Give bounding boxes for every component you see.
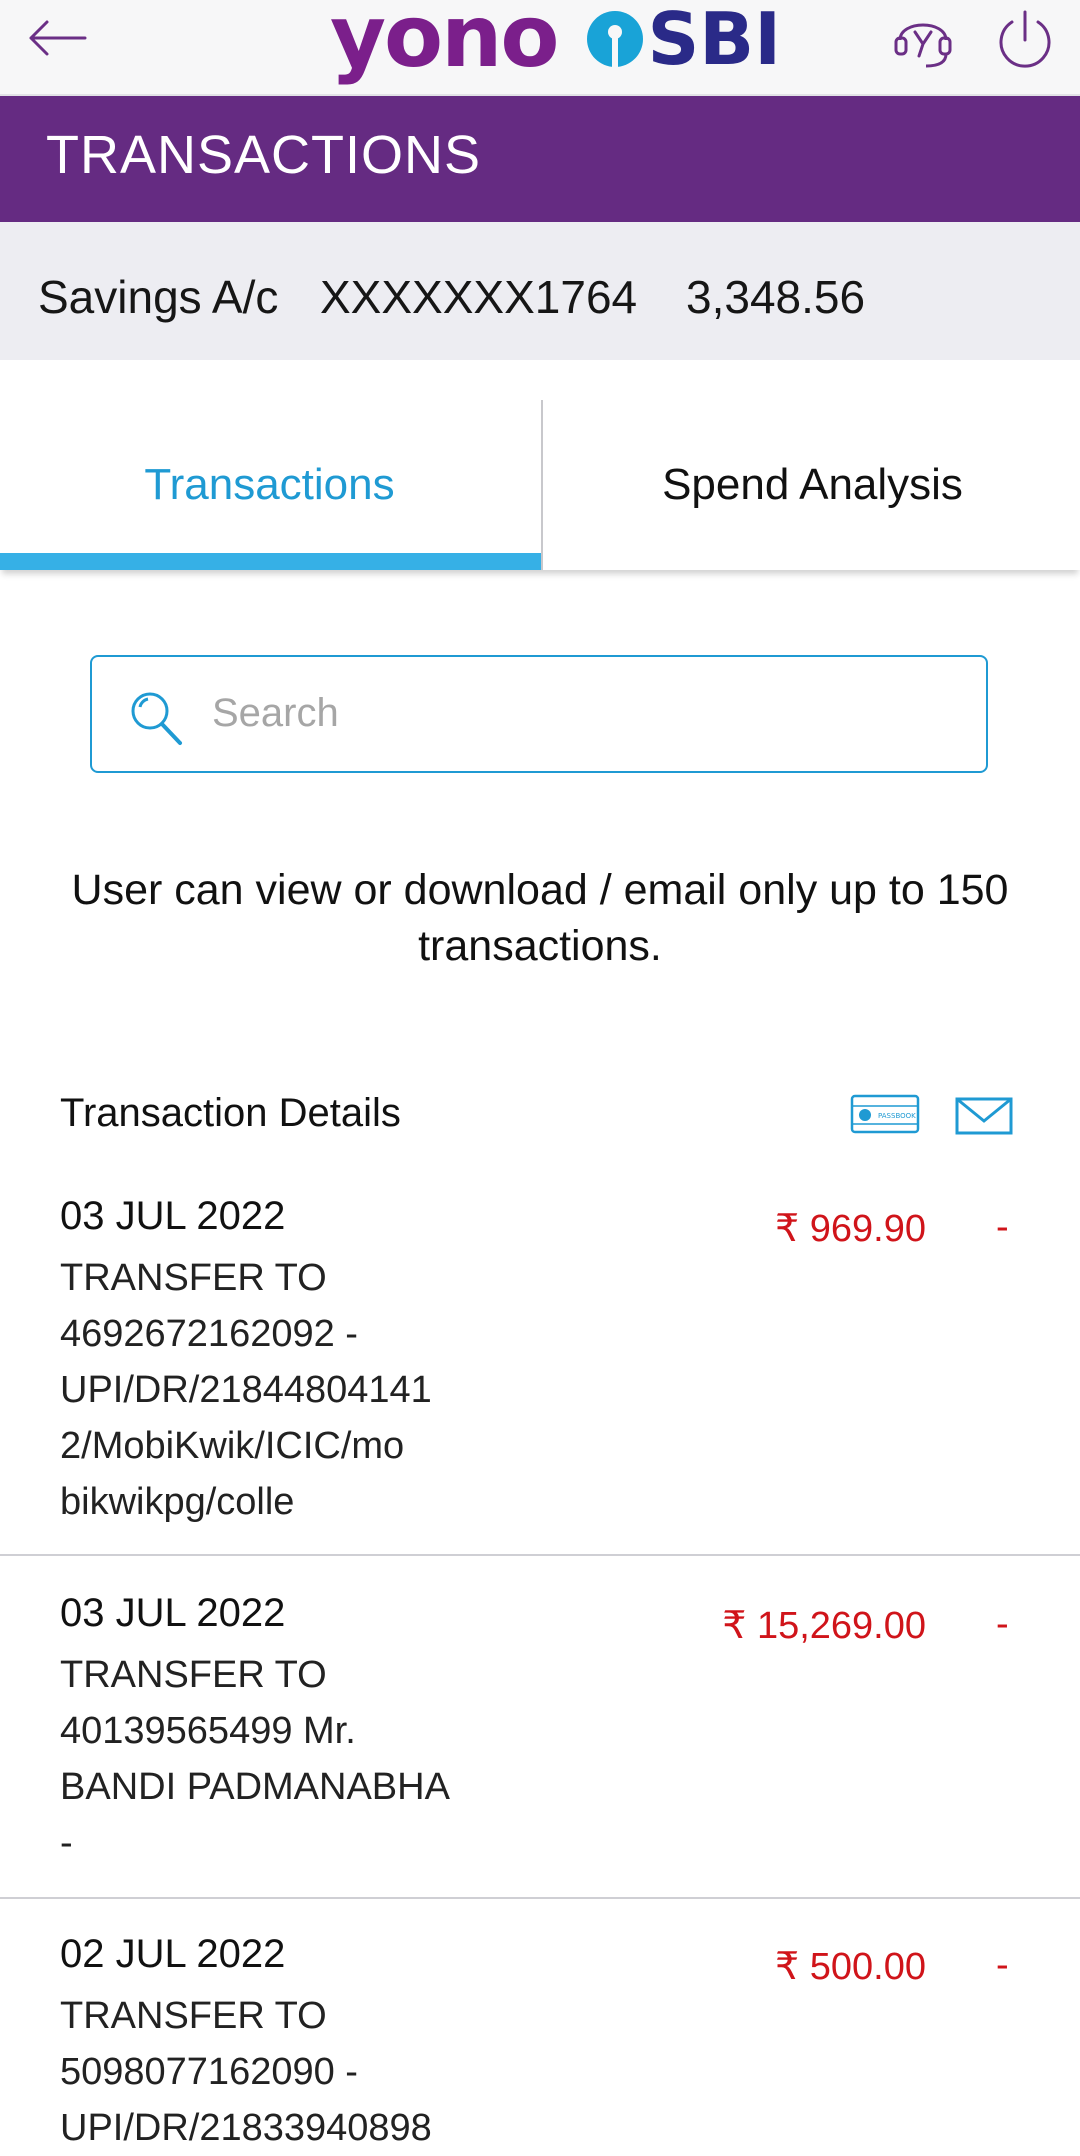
transaction-description: TRANSFER TO 40139565499 Mr. BANDI PADMAN… — [60, 1654, 450, 1864]
passbook-icon-label: PASSBOOK — [878, 1112, 916, 1120]
sbi-logo-icon — [587, 11, 644, 67]
transaction-details-title: Transaction Details — [60, 1091, 401, 1135]
page-title: TRANSACTIONS — [46, 125, 482, 185]
tab-bar: Transactions Spend Analysis — [0, 360, 1080, 570]
transaction-date: 02 JUL 2022 — [60, 1932, 286, 1976]
transaction-amount: ₹ 969.90 — [775, 1208, 926, 1250]
transaction-limit-notice: User can view or download / email only u… — [71, 866, 1009, 970]
search-input[interactable]: Search — [90, 655, 988, 773]
logo-sbi-text: SBI — [647, 0, 781, 81]
transaction-row[interactable]: 02 JUL 2022 TRANSFER TO 5098077162090 - … — [0, 1932, 1080, 2149]
transaction-date: 03 JUL 2022 — [60, 1591, 286, 1635]
transaction-amount: ₹ 15,269.00 — [722, 1605, 926, 1647]
transaction-row[interactable]: 03 JUL 2022 TRANSFER TO 40139565499 Mr. … — [0, 1591, 1080, 1899]
search-icon — [128, 689, 186, 747]
transaction-description: TRANSFER TO 4692672162092 - UPI/DR/21844… — [60, 1257, 432, 1523]
transaction-sign: - — [996, 1944, 1009, 1986]
search-placeholder: Search — [212, 691, 339, 735]
transaction-description: TRANSFER TO 5098077162090 - UPI/DR/21833… — [60, 1995, 432, 2149]
power-icon[interactable] — [990, 4, 1060, 74]
transaction-sign: - — [996, 1603, 1009, 1645]
account-summary: Savings A/c XXXXXXX1764 3,348.56 — [0, 222, 1080, 360]
transaction-sign: - — [996, 1206, 1009, 1248]
logo-yono-text: yono — [330, 0, 559, 87]
page-title-bar: TRANSACTIONS — [0, 96, 1080, 222]
account-type: Savings A/c — [38, 271, 279, 323]
tab-spend-analysis[interactable]: Spend Analysis — [541, 400, 1080, 570]
yono-sbi-logo: yono SBI — [330, 0, 781, 90]
app-header: yono SBI — [0, 0, 1080, 96]
tab-transactions[interactable]: Transactions — [0, 400, 539, 570]
account-number: XXXXXXX1764 — [320, 271, 638, 323]
transaction-row[interactable]: 03 JUL 2022 TRANSFER TO 4692672162092 - … — [0, 1194, 1080, 1556]
active-tab-indicator — [0, 553, 541, 570]
back-arrow-icon[interactable] — [22, 8, 92, 68]
transaction-date: 03 JUL 2022 — [60, 1194, 286, 1238]
help-headset-icon[interactable] — [888, 4, 958, 74]
account-balance: 3,348.56 — [686, 271, 866, 323]
email-icon[interactable] — [955, 1096, 1013, 1136]
transaction-amount: ₹ 500.00 — [775, 1946, 926, 1988]
passbook-icon[interactable]: PASSBOOK — [850, 1094, 920, 1134]
